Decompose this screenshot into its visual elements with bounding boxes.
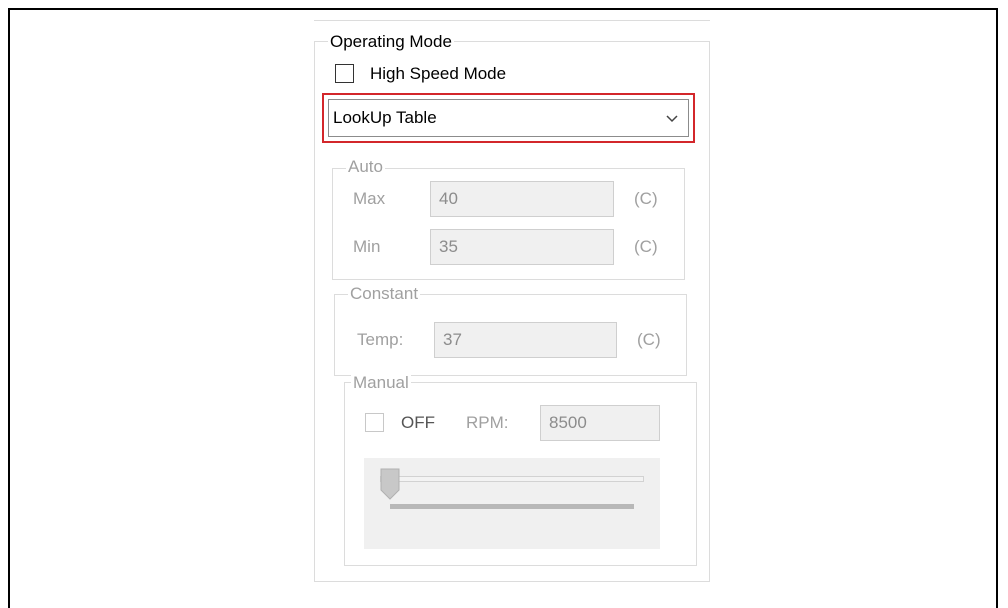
operating-mode-dropdown-box[interactable]: LookUp Table [328,99,689,137]
operating-mode-dropdown[interactable]: LookUp Table [322,93,695,143]
high-speed-mode-label[interactable]: High Speed Mode [370,64,506,84]
manual-off-checkbox[interactable] [365,413,384,432]
manual-rpm-label: RPM: [466,413,509,432]
constant-temp-label: Temp: [357,330,404,349]
constant-title: Constant [348,284,421,304]
rpm-slider-thumb[interactable] [380,468,400,500]
high-speed-mode-checkbox[interactable] [335,64,354,83]
rpm-slider-ticks [390,504,634,509]
constant-temp-field[interactable]: 37 [434,322,617,358]
manual-title: Manual [351,373,411,393]
auto-min-field[interactable]: 35 [430,229,614,265]
auto-min-label: Min [353,237,381,256]
operating-mode-title: Operating Mode [328,32,454,52]
rpm-slider-track[interactable] [380,476,644,482]
chevron-down-icon[interactable] [664,110,680,126]
rpm-slider[interactable] [364,458,660,549]
auto-max-unit: (C) [634,189,658,208]
top-divider [314,20,710,21]
constant-temp-unit: (C) [637,330,661,349]
auto-min-unit: (C) [634,237,658,256]
manual-off-label[interactable]: OFF [401,413,435,433]
manual-rpm-field[interactable]: 8500 [540,405,660,441]
auto-title: Auto [346,157,385,177]
operating-mode-selected-value: LookUp Table [333,108,437,127]
auto-max-label: Max [353,189,386,208]
auto-max-field[interactable]: 40 [430,181,614,217]
